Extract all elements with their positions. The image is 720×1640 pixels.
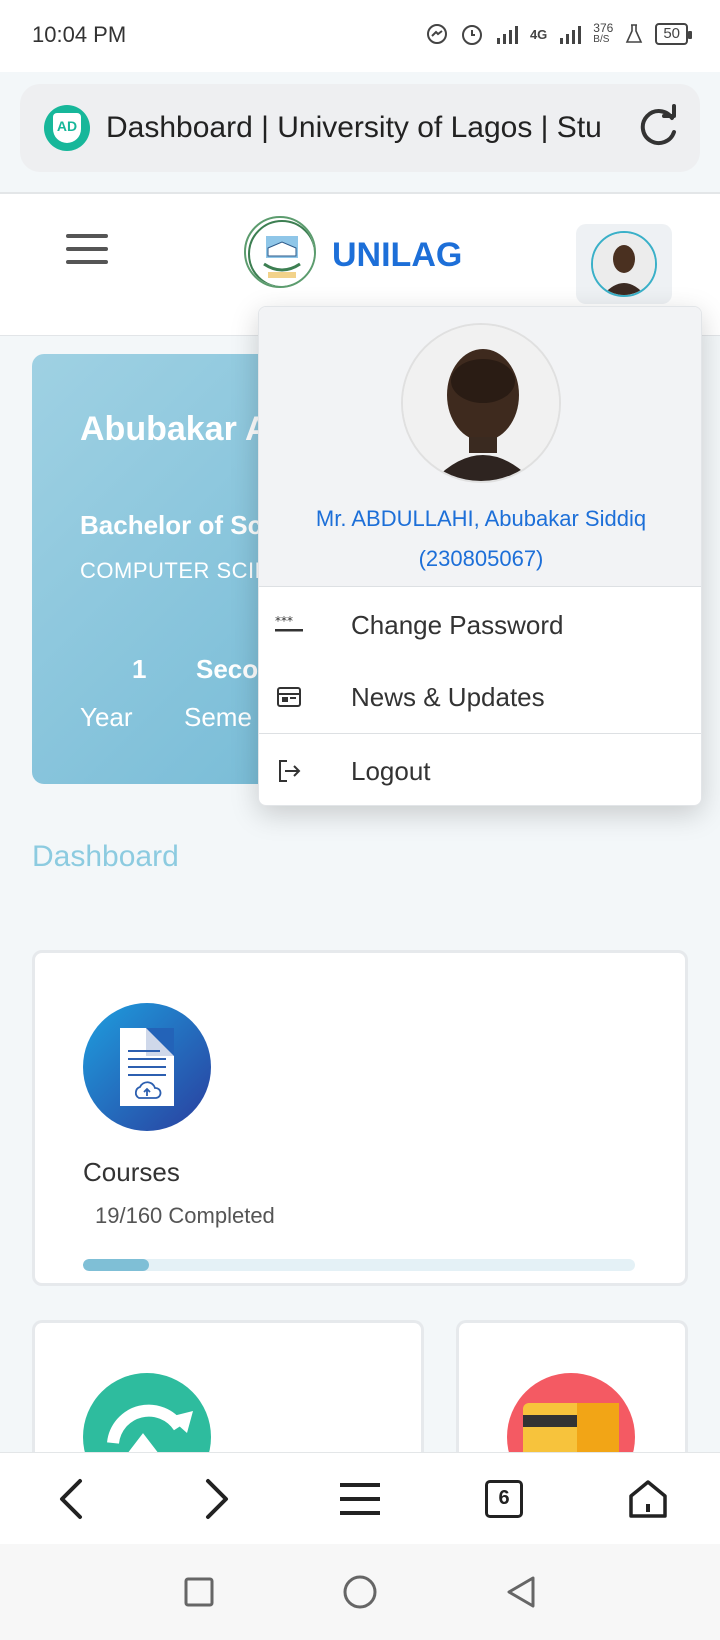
profile-dropdown: Mr. ABDULLAHI, Abubakar Siddiq (23080506… [258,306,702,806]
reload-icon[interactable] [634,104,682,152]
battery-icon: 50 [655,23,692,45]
home-icon [629,1479,667,1518]
card-payments[interactable] [456,1320,688,1501]
news-icon [277,687,301,707]
recent-apps-icon[interactable] [183,1576,215,1608]
back-button[interactable] [42,1469,102,1529]
menu-divider [259,733,701,734]
profile-button[interactable] [576,224,672,304]
cloud-upload-icon [134,1081,162,1099]
profile-dropdown-header: Mr. ABDULLAHI, Abubakar Siddiq (23080506… [259,307,701,587]
courses-progress-bar [83,1259,635,1271]
menu-item-label: Change Password [351,609,564,640]
menu-item-label: Logout [351,755,431,786]
course-document-icon [83,1003,211,1131]
net-speed-unit: B/S [593,34,610,45]
year-label: Year [80,702,133,732]
url-title[interactable]: Dashboard | University of Lagos | Stu [106,111,616,145]
user-photo-icon [403,325,559,481]
student-name: Abubakar A [80,410,270,448]
tab-count: 6 [498,1487,510,1509]
browser-menu-button[interactable] [330,1469,390,1529]
svg-text:***: *** [275,614,293,628]
password-icon: *** [275,614,303,632]
brand-title[interactable]: UNILAG [332,236,462,275]
home-button[interactable] [618,1469,678,1529]
system-nav-bar [0,1544,720,1640]
user-photo-icon [593,233,655,295]
courses-card[interactable]: Courses 19/160 Completed [32,950,688,1286]
menu-icon[interactable] [66,234,108,266]
messenger-icon [426,24,447,44]
profile-fullname: Mr. ABDULLAHI, Abubakar Siddiq (23080506… [259,499,701,579]
year-value: 1 [132,654,147,684]
menu-icon [340,1482,380,1515]
chevron-right-icon [206,1478,228,1519]
menu-item-label: News & Updates [351,681,545,712]
avatar [591,231,657,297]
forward-button[interactable] [186,1469,246,1529]
card-results[interactable] [32,1320,424,1501]
browser-toolbar: 6 [0,1452,720,1544]
adblock-label: AD [53,113,81,143]
status-time: 10:04 PM [32,22,127,47]
tabs-icon: 6 [485,1479,523,1518]
net-speed: 376 B/S [593,22,613,46]
menu-item-news-updates[interactable]: News & Updates [259,661,701,733]
profile-photo [401,323,561,483]
profile-name-line2: (230805067) [418,546,544,571]
profile-name-line1: Mr. ABDULLAHI, Abubakar Siddiq [315,506,647,531]
page-title: Dashboard [32,840,179,873]
menu-item-change-password[interactable]: *** Change Password [259,589,701,661]
home-circle-icon[interactable] [342,1574,378,1610]
unilag-logo [244,216,316,288]
signal-2-icon [560,26,582,44]
logout-icon [279,760,301,782]
status-icons: 4G 376 B/S 50 [426,22,692,46]
tabs-button[interactable]: 6 [474,1469,534,1529]
semester-label: Seme [184,702,252,732]
flask-icon [626,24,643,43]
net-speed-value: 376 [593,21,614,35]
student-department: COMPUTER SCIE [80,558,270,583]
url-bar[interactable]: AD Dashboard | University of Lagos | Stu [20,84,700,172]
network-type: 4G [529,26,548,42]
courses-completed: 19/160 Completed [95,1203,275,1228]
student-degree: Bachelor of Sc [80,510,263,540]
status-bar: 10:04 PM 4G 376 B/S 50 [0,0,720,72]
signal-icon [496,26,518,44]
back-triangle-icon[interactable] [505,1575,537,1609]
crest-icon [248,220,314,286]
courses-title: Courses [83,1157,180,1187]
adblock-shield-icon[interactable]: AD [44,105,90,151]
chevron-left-icon [60,1478,82,1519]
menu-item-logout[interactable]: Logout [259,735,701,805]
alarm-icon [461,25,482,45]
courses-progress-fill [83,1259,149,1271]
semester-value: Seco [196,654,259,684]
